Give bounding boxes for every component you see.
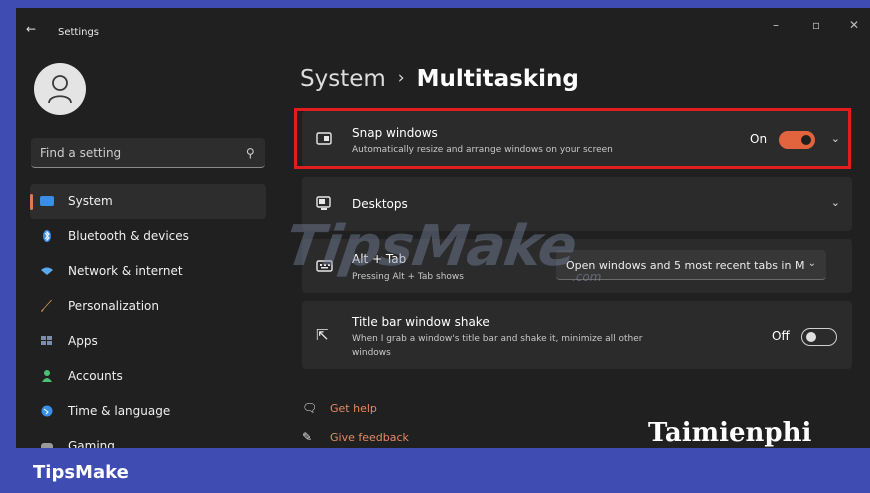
screenshot-frame: ← Settings – ▫ ✕ Find a setting ⚲ System [0,0,870,493]
sidebar-item-label: Gaming [68,439,115,448]
chevron-down-icon: ⌄ [807,258,816,269]
sidebar-item-label: Personalization [68,299,159,313]
taimienphi-watermark: Taimienphi [648,418,812,448]
sidebar-item-apps[interactable]: Apps [30,324,266,359]
desktops-title: Desktops [352,197,408,211]
system-icon [40,196,54,206]
user-icon [48,75,72,104]
sidebar-item-label: Network & internet [68,264,183,278]
settings-window: ← Settings – ▫ ✕ Find a setting ⚲ System [16,8,870,448]
network-icon [41,267,53,275]
breadcrumb-parent[interactable]: System [300,66,386,92]
search-icon: ⚲ [246,146,255,160]
shake-cursor-icon: ⇱ [316,326,329,344]
title-bar-shake-card: ⇱ Title bar window shake When I grab a w… [302,301,852,369]
sidebar-nav: System Bluetooth & devices Network & int… [30,184,266,448]
get-help-link[interactable]: Get help [330,402,377,415]
tipsmake-watermark-suffix: .com [572,270,602,284]
search-input[interactable]: Find a setting ⚲ [31,138,265,168]
search-placeholder: Find a setting [40,146,122,160]
give-feedback-link[interactable]: Give feedback [330,431,409,444]
app-title: Settings [58,27,100,38]
apps-icon [41,336,52,345]
breadcrumb-separator: › [397,68,405,88]
title-bar-shake-title: Title bar window shake [352,315,490,329]
breadcrumb: System › Multitasking [300,66,579,92]
avatar[interactable] [34,63,86,115]
sidebar-item-gaming[interactable]: Gaming [30,429,266,448]
footer-brand: TipsMake [33,462,129,483]
maximize-icon[interactable]: ▫ [812,18,820,32]
brush-icon [41,300,52,312]
chevron-down-icon[interactable]: ⌄ [831,196,840,209]
highlight-box [294,108,851,169]
bluetooth-icon [43,230,51,242]
tipsmake-watermark: TipsMake [281,214,581,279]
sidebar-item-label: Bluetooth & devices [68,229,189,243]
toggle-knob [806,332,816,342]
footer-bar [0,449,870,493]
sidebar-item-label: Time & language [68,404,171,418]
title-bar-shake-subtitle: When I grab a window's title bar and sha… [352,334,643,358]
time-language-icon [41,405,53,417]
back-arrow-icon[interactable]: ← [26,22,36,36]
help-icon: 🗨 [302,401,318,415]
sidebar-item-accounts[interactable]: Accounts [30,359,266,394]
minimize-icon[interactable]: – [773,18,779,32]
title-bar-shake-toggle[interactable] [801,328,837,346]
close-icon[interactable]: ✕ [849,18,859,32]
sidebar-item-bluetooth[interactable]: Bluetooth & devices [30,219,266,254]
sidebar-item-system[interactable]: System [30,184,266,219]
sidebar-item-label: System [68,194,113,208]
desktops-icon [316,196,331,210]
sidebar-item-label: Accounts [68,369,123,383]
sidebar-item-time-language[interactable]: Time & language [30,394,266,429]
title-bar: ← Settings – ▫ ✕ [16,8,870,48]
sidebar-item-personalization[interactable]: Personalization [30,289,266,324]
alt-tab-selected-value: Open windows and 5 most recent tabs in M [566,259,804,272]
active-indicator [30,194,33,210]
page-title: Multitasking [416,66,579,92]
feedback-icon: ✎ [302,430,313,444]
gaming-icon [41,443,53,448]
sidebar-item-label: Apps [68,334,98,348]
sidebar-item-network[interactable]: Network & internet [30,254,266,289]
shake-toggle-state: Off [772,329,790,343]
accounts-icon [42,370,52,382]
